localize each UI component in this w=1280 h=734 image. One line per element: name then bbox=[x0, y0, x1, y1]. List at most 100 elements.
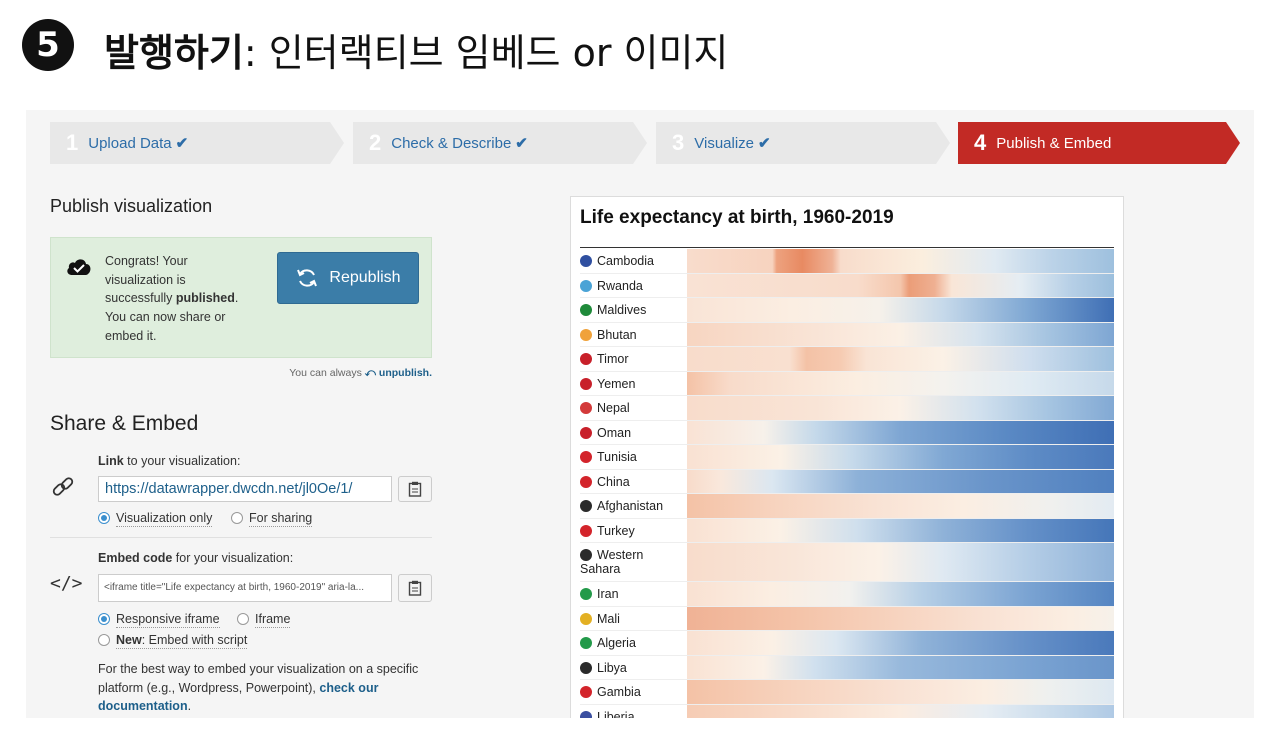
country-name: China bbox=[597, 474, 630, 489]
flag-icon bbox=[580, 255, 592, 267]
tab-upload-data[interactable]: 1 Upload Data ✔ bbox=[50, 122, 344, 164]
radio-unselected[interactable] bbox=[98, 634, 110, 646]
step-num: 4 bbox=[974, 130, 987, 155]
embed-code-field[interactable]: <iframe title="Life expectancy at birth,… bbox=[98, 574, 392, 602]
flag-icon bbox=[580, 377, 592, 390]
country-label: Algeria bbox=[580, 631, 684, 650]
clipboard-icon bbox=[408, 580, 422, 596]
flag-icon bbox=[580, 612, 592, 625]
congrats-text-bold: published bbox=[175, 291, 235, 306]
divider bbox=[50, 537, 432, 538]
heatmap-row: Nepal bbox=[580, 396, 1114, 421]
radio-label: Responsive iframe bbox=[116, 612, 220, 628]
country-name: Iran bbox=[597, 587, 619, 601]
datawrapper-app: 1 Upload Data ✔ 2 Check & Describe ✔ 3 Visual… bbox=[26, 110, 1254, 718]
country-label: Liberia bbox=[580, 705, 684, 718]
heatmap-row: Turkey bbox=[580, 518, 1114, 543]
share-url-field[interactable]: https://datawrapper.dwcdn.net/jl0Oe/1/ bbox=[98, 476, 392, 502]
heatmap-band bbox=[687, 543, 1114, 581]
flag-icon bbox=[580, 426, 592, 439]
heatmap-band bbox=[687, 396, 1114, 420]
step-num: 1 bbox=[66, 130, 79, 155]
link-label-bold: Link bbox=[98, 454, 124, 468]
flag-icon bbox=[580, 637, 592, 649]
chart-title-rule bbox=[580, 247, 1114, 248]
country-name: Nepal bbox=[597, 401, 630, 415]
heatmap-row: China bbox=[580, 469, 1114, 494]
step-num: 3 bbox=[672, 130, 685, 155]
heatmap-row: Timor bbox=[580, 347, 1114, 372]
country-label: Rwanda bbox=[580, 274, 684, 293]
docs-hint: For the best way to embed your visualiza… bbox=[98, 660, 438, 716]
country-label: Tunisia bbox=[580, 445, 684, 464]
tab-visualize[interactable]: 3 Visualize ✔ bbox=[656, 122, 950, 164]
flag-icon bbox=[580, 402, 592, 414]
embed-label-bold: Embed code bbox=[98, 551, 173, 565]
radio-visualization-only[interactable]: Visualization only bbox=[98, 511, 213, 527]
clipboard-icon bbox=[408, 481, 422, 497]
heatmap-band bbox=[687, 273, 1114, 297]
heatmap-band bbox=[687, 518, 1114, 542]
heatmap-band bbox=[687, 249, 1114, 273]
country-name: Timor bbox=[597, 352, 629, 366]
refresh-icon bbox=[297, 269, 318, 287]
heatmap-band bbox=[687, 347, 1114, 371]
tab-label: Check & Describe bbox=[391, 135, 512, 152]
link-icon bbox=[52, 477, 74, 496]
docs-hint-end: . bbox=[187, 699, 192, 714]
copy-url-button[interactable] bbox=[398, 476, 432, 502]
heatmap-row: Tunisia bbox=[580, 445, 1114, 470]
flag-icon bbox=[580, 524, 592, 537]
flag-icon bbox=[580, 588, 592, 600]
slide-header: 5 발행하기: 인터랙티브 임베드 or 이미지 bbox=[0, 0, 1280, 100]
country-name: Libya bbox=[597, 660, 627, 675]
country-name: Afghanistan bbox=[597, 499, 664, 513]
embed-script-text: : Embed with script bbox=[141, 633, 248, 647]
radio-unselected[interactable] bbox=[237, 613, 249, 625]
step-num: 2 bbox=[369, 130, 382, 155]
copy-embed-button[interactable] bbox=[398, 574, 432, 602]
country-label: Maldives bbox=[580, 298, 684, 317]
heatmap-band bbox=[687, 445, 1114, 469]
flag-icon bbox=[580, 686, 592, 698]
country-name: Oman bbox=[597, 425, 632, 440]
country-label: Iran bbox=[580, 582, 684, 601]
slide-title-rest: : 인터랙티브 임베드 or 이미지 bbox=[243, 31, 729, 75]
cloud-check-icon bbox=[67, 259, 91, 275]
country-label: Bhutan bbox=[580, 323, 684, 342]
flag-icon bbox=[580, 328, 592, 341]
country-name: Rwanda bbox=[597, 278, 643, 293]
radio-iframe[interactable]: Iframe bbox=[237, 612, 291, 628]
heatmap-band bbox=[687, 469, 1114, 493]
heatmap-row: Gambia bbox=[580, 680, 1114, 705]
link-label: Link to your visualization: bbox=[98, 454, 240, 468]
radio-selected[interactable] bbox=[98, 613, 110, 625]
republish-label: Republish bbox=[329, 269, 401, 286]
radio-responsive-iframe[interactable]: Responsive iframe bbox=[98, 612, 220, 628]
heatmap-band bbox=[687, 680, 1114, 704]
code-icon: </> bbox=[50, 573, 83, 594]
heatmap-row: Algeria bbox=[580, 631, 1114, 656]
unpublish-hint: You can always ⤺ unpublish. bbox=[50, 367, 432, 380]
country-label: Libya bbox=[580, 656, 684, 675]
tab-publish-embed[interactable]: 4 Publish & Embed bbox=[958, 122, 1240, 164]
radio-embed-script[interactable]: New: Embed with script bbox=[98, 633, 248, 649]
heatmap-band bbox=[687, 655, 1114, 679]
heatmap-band bbox=[687, 298, 1114, 322]
country-label: Timor bbox=[580, 347, 684, 366]
flag-icon bbox=[580, 304, 592, 316]
new-badge: New bbox=[116, 633, 142, 647]
heatmap-row: Liberia bbox=[580, 704, 1114, 718]
tab-check-describe[interactable]: 2 Check & Describe ✔ bbox=[353, 122, 647, 164]
republish-button[interactable]: Republish bbox=[277, 252, 419, 304]
radio-unselected[interactable] bbox=[231, 512, 243, 524]
step-tabs: 1 Upload Data ✔ 2 Check & Describe ✔ 3 Visual… bbox=[50, 122, 1250, 164]
country-name: Maldives bbox=[597, 303, 647, 317]
radio-for-sharing[interactable]: For sharing bbox=[231, 511, 313, 527]
country-name: Tunisia bbox=[597, 450, 637, 464]
flag-icon bbox=[580, 353, 592, 365]
flag-icon bbox=[580, 549, 592, 561]
radio-selected[interactable] bbox=[98, 512, 110, 524]
country-name: Gambia bbox=[597, 685, 641, 699]
unpublish-link[interactable]: unpublish. bbox=[379, 367, 432, 379]
